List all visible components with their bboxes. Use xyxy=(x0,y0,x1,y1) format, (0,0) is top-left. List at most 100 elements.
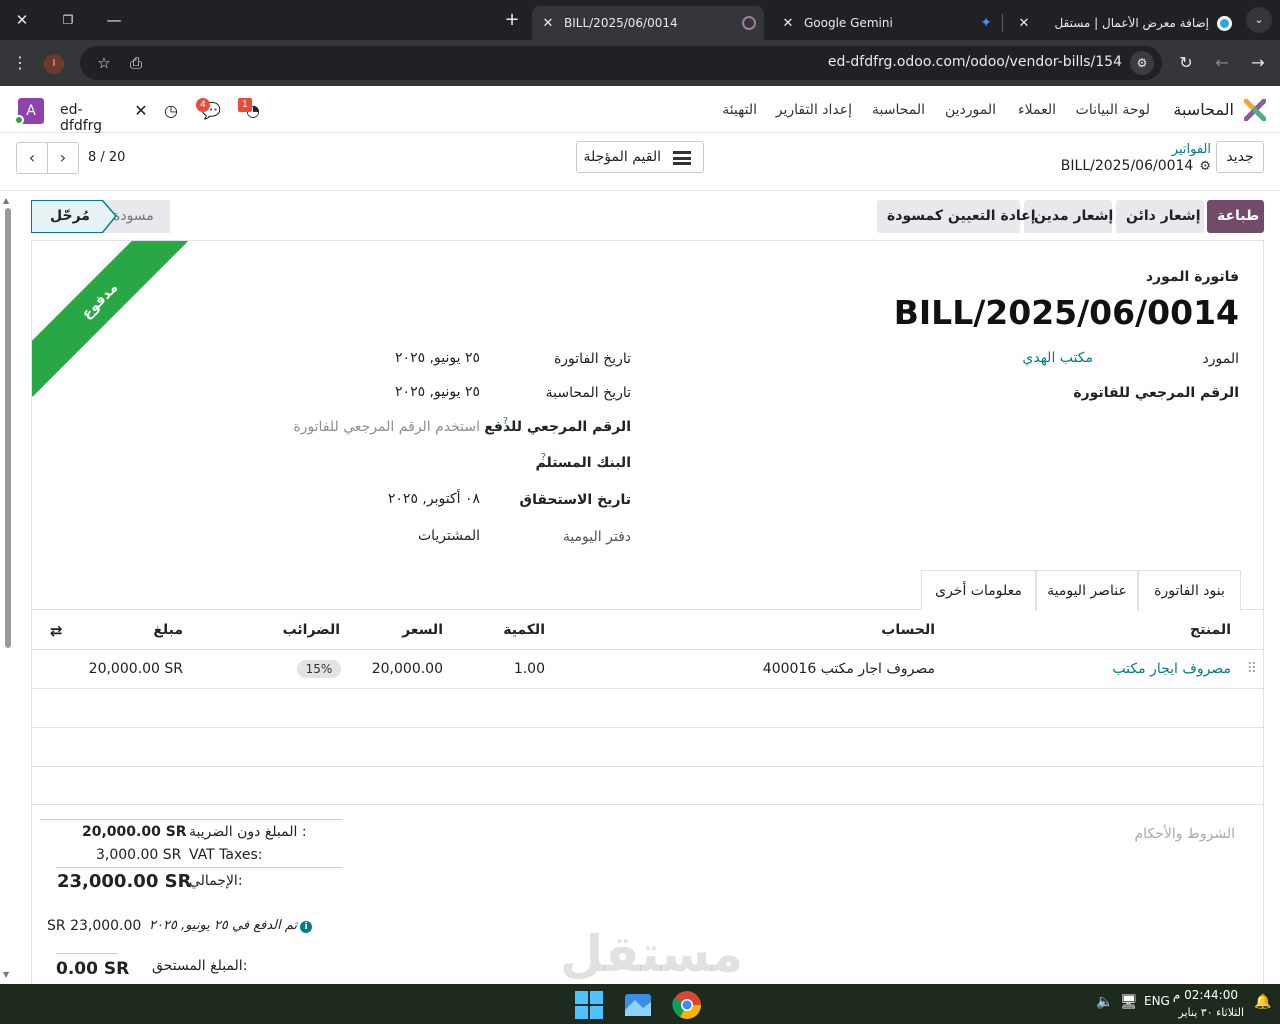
menu-accounting[interactable]: المحاسبة xyxy=(872,102,925,118)
minimize-window-icon[interactable]: — xyxy=(102,8,126,32)
pager-previous-icon[interactable]: ‹ xyxy=(16,142,48,174)
scroll-down-icon[interactable]: ▼ xyxy=(3,970,9,979)
gemini-icon: ✦ xyxy=(980,15,992,31)
column-price[interactable]: السعر xyxy=(402,622,443,638)
chrome-icon[interactable] xyxy=(670,988,704,1022)
row-product[interactable]: مصروف ايجار مكتب xyxy=(1112,661,1231,677)
new-tab-icon[interactable]: + xyxy=(500,8,524,32)
column-product[interactable]: المنتج xyxy=(1190,622,1231,638)
help-icon[interactable]: ? xyxy=(541,452,546,463)
pager-value[interactable]: 8 / 20 xyxy=(88,150,125,165)
column-account[interactable]: الحساب xyxy=(881,622,935,638)
clock-time[interactable]: 02:44:00 م xyxy=(1173,988,1238,1002)
scroll-thumb[interactable] xyxy=(5,208,11,648)
gear-icon[interactable]: ⚙ xyxy=(1199,159,1211,174)
site-settings-icon[interactable]: ⚙ xyxy=(1130,51,1154,75)
close-tab-icon[interactable]: ✕ xyxy=(780,16,796,31)
tab-invoice-lines[interactable]: بنود الفاتورة xyxy=(1138,570,1241,611)
menu-dashboard[interactable]: لوحة البيانات xyxy=(1076,102,1150,118)
online-status-icon xyxy=(14,115,24,125)
row-amount: 20,000.00 SR xyxy=(88,661,183,677)
volume-icon[interactable]: 🔈 xyxy=(1096,994,1113,1010)
profile-avatar[interactable]: I xyxy=(44,54,64,74)
page-scrollbar[interactable]: ▲ ▼ xyxy=(2,196,12,984)
table-row[interactable]: ⠿ مصروف ايجار مكتب 400016 مصروف اجار مكت… xyxy=(32,650,1263,689)
pager-next-icon[interactable]: › xyxy=(47,142,79,174)
vendor-field[interactable]: مكتب الهدي xyxy=(1022,350,1093,366)
journal-field[interactable]: المشتريات xyxy=(418,528,480,544)
network-icon[interactable]: 🖥 xyxy=(1120,994,1138,1010)
bill-reference-label: الرقم المرجعي للفاتورة xyxy=(1073,385,1239,401)
info-icon[interactable]: i xyxy=(300,921,313,933)
status-posted[interactable]: مُرحّل xyxy=(31,200,103,233)
untaxed-amount-label: المبلغ دون الضريبة : xyxy=(189,824,307,840)
notifications-icon[interactable]: 🔔 xyxy=(1254,994,1271,1010)
drag-handle-icon[interactable]: ⠿ xyxy=(1247,661,1257,677)
database-name[interactable]: ed-dfdfrg xyxy=(60,102,102,134)
tab-search-icon[interactable]: ⌄ xyxy=(1246,7,1272,33)
browser-menu-icon[interactable]: ⋮ xyxy=(8,51,32,75)
amount-due-label: المبلغ المستحق: xyxy=(152,958,248,974)
menu-reporting[interactable]: إعداد التقارير xyxy=(776,102,852,118)
back-icon[interactable]: → xyxy=(1246,51,1270,75)
payment-reference-field[interactable]: استخدم الرقم المرجعي للفاتورة xyxy=(293,419,480,435)
browser-tab-mostaql[interactable]: ✕ إضافة معرض الأعمال | مستقل xyxy=(1008,6,1240,40)
windows-start-icon[interactable] xyxy=(572,988,606,1022)
accounting-date-field[interactable]: ٢٥ يونيو, ٢٠٢٥ xyxy=(395,384,480,400)
accounting-date-label: تاريخ المحاسبة xyxy=(545,385,631,401)
terms-and-conditions-field[interactable]: الشروط والأحكام xyxy=(1135,826,1235,842)
url-text[interactable]: ed-dfdfrg.odoo.com/odoo/vendor-bills/154 xyxy=(828,54,1122,70)
clock-icon[interactable]: ◷ xyxy=(160,100,182,122)
invoice-date-field[interactable]: ٢٥ يونيو, ٢٠٢٥ xyxy=(395,350,480,366)
menu-customers[interactable]: العملاء xyxy=(1018,102,1056,118)
language-indicator[interactable]: ENG xyxy=(1144,994,1170,1008)
new-button[interactable]: جديد xyxy=(1216,141,1264,173)
list-icon xyxy=(673,151,691,165)
column-taxes[interactable]: الضرائب xyxy=(283,622,340,638)
deferred-values-label: القيم المؤجلة xyxy=(583,149,661,165)
print-button[interactable]: طباعة xyxy=(1207,200,1264,233)
accounting-app-icon[interactable] xyxy=(1244,99,1266,121)
breadcrumb-parent[interactable]: الفواتير xyxy=(1172,142,1211,157)
tab-journal-items[interactable]: عناصر اليومية xyxy=(1036,570,1138,610)
forward-icon[interactable]: ← xyxy=(1210,51,1234,75)
file-explorer-icon[interactable] xyxy=(621,988,655,1022)
form-sheet: مدفوع فاتورة المورد BILL/2025/06/0014 ال… xyxy=(31,240,1264,1000)
chevron-fill xyxy=(102,201,115,232)
close-tab-icon[interactable]: ✕ xyxy=(540,16,556,31)
row-quantity[interactable]: 1.00 xyxy=(514,661,545,677)
close-window-icon[interactable]: ✕ xyxy=(10,8,34,32)
deferred-values-button[interactable]: القيم المؤجلة xyxy=(576,141,704,173)
untaxed-amount-value: 20,000.00 SR xyxy=(82,824,187,840)
browser-tab-gemini[interactable]: ✕ Google Gemini ✦ xyxy=(772,6,1000,40)
reload-icon[interactable]: ↻ xyxy=(1174,51,1198,75)
restore-window-icon[interactable]: ❐ xyxy=(56,8,80,32)
column-quantity[interactable]: الكمية xyxy=(503,622,545,638)
credit-note-button[interactable]: إشعار دائن xyxy=(1116,200,1204,233)
optional-columns-icon[interactable]: ⇄ xyxy=(50,622,63,640)
app-name[interactable]: المحاسبة xyxy=(1173,100,1234,119)
tab-other-info[interactable]: معلومات أخرى xyxy=(921,570,1036,610)
journal-label: دفتر اليومية xyxy=(562,529,631,545)
due-date-field[interactable]: ٠٨ أكتوبر, ٢٠٢٥ xyxy=(388,491,480,507)
close-tab-icon[interactable]: ✕ xyxy=(1016,16,1032,31)
column-amount[interactable]: مبلغ xyxy=(153,622,183,638)
row-price[interactable]: 20,000.00 xyxy=(372,661,443,677)
debug-tools-icon[interactable]: ✕ xyxy=(130,100,152,122)
empty-row xyxy=(32,689,1263,728)
mostaql-icon xyxy=(1217,15,1232,31)
row-tax-badge[interactable]: 15% xyxy=(297,660,341,678)
browser-tab-bill[interactable]: ✕ BILL/2025/06/0014 xyxy=(532,6,764,40)
menu-configuration[interactable]: التهيئة xyxy=(722,102,757,118)
empty-row xyxy=(32,728,1263,767)
address-bar[interactable]: ⚙ ed-dfdfrg.odoo.com/odoo/vendor-bills/1… xyxy=(44,46,1162,80)
clock-date[interactable]: الثلاثاء ٣٠ يناير xyxy=(1178,1006,1244,1019)
install-app-icon[interactable]: ⎙ xyxy=(124,51,148,75)
reset-to-draft-button[interactable]: إعادة التعيين كمسودة xyxy=(877,200,1036,233)
menu-vendors[interactable]: الموردين xyxy=(945,102,996,118)
row-account[interactable]: 400016 مصروف اجار مكتب xyxy=(763,661,935,677)
totals-divider xyxy=(56,867,342,868)
debit-note-button[interactable]: إشعار مدين xyxy=(1024,200,1113,233)
bookmark-star-icon[interactable]: ☆ xyxy=(92,51,116,75)
help-icon[interactable]: ? xyxy=(503,416,508,427)
